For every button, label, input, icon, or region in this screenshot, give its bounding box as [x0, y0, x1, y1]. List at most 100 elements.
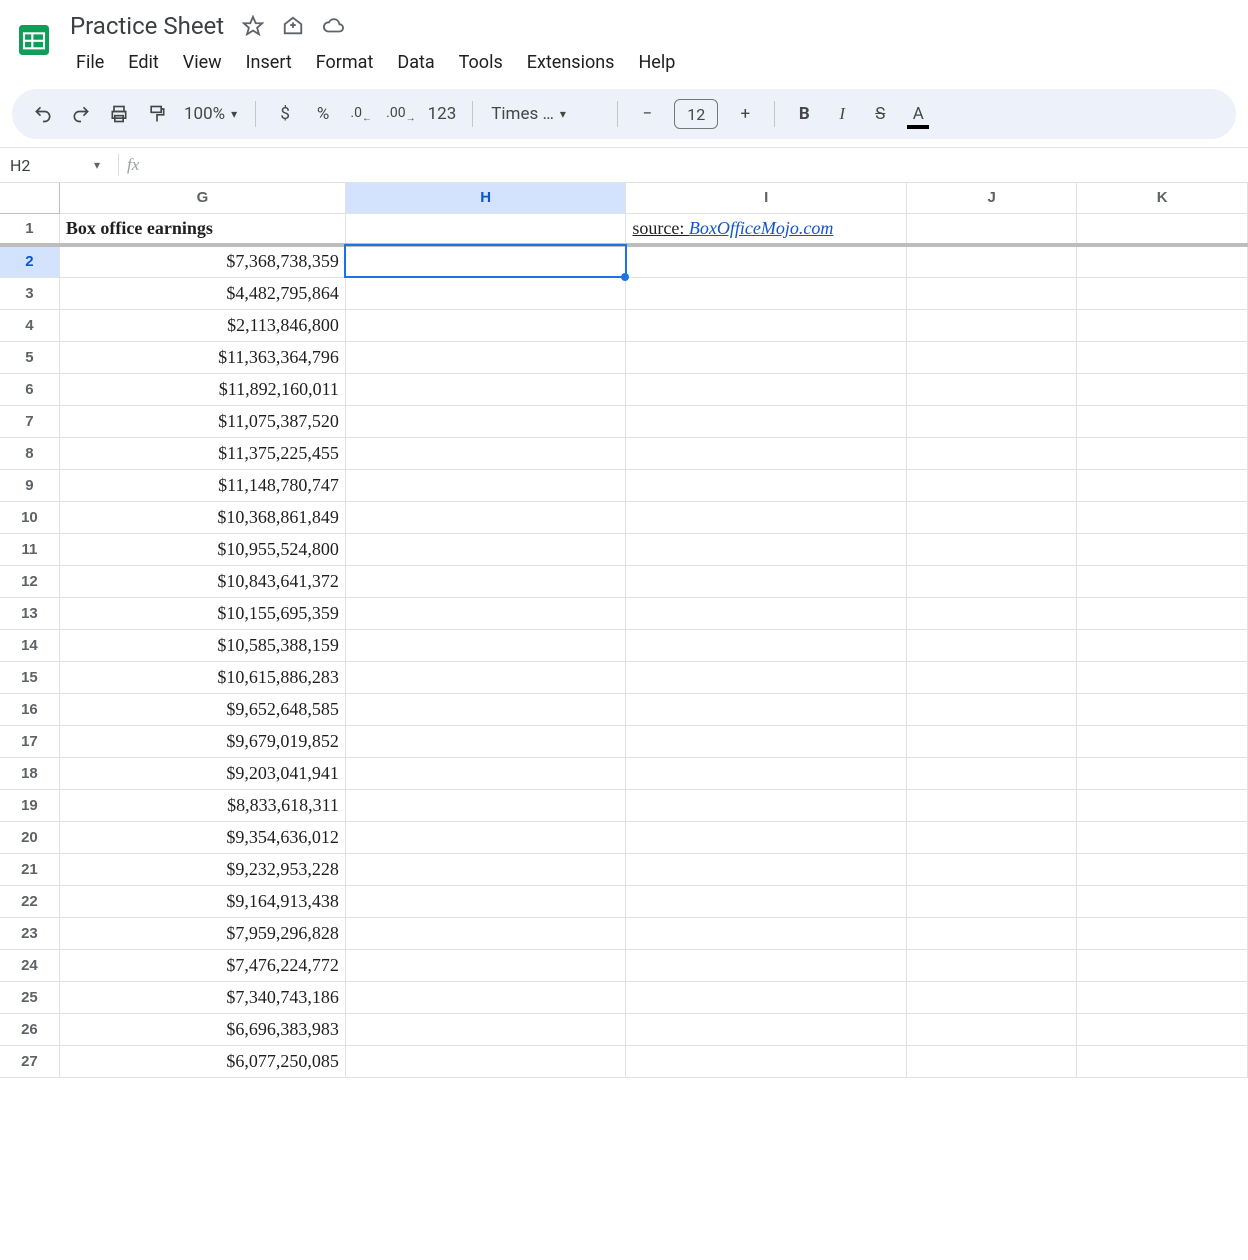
cell-I9[interactable] — [626, 469, 907, 501]
name-box[interactable]: H2 ▾ — [0, 156, 110, 175]
cell-G22[interactable]: $9,164,913,438 — [59, 885, 345, 917]
cell-K18[interactable] — [1077, 757, 1248, 789]
row-header-22[interactable]: 22 — [0, 885, 59, 917]
row-header-8[interactable]: 8 — [0, 437, 59, 469]
col-header-I[interactable]: I — [626, 183, 907, 213]
redo-icon[interactable] — [64, 97, 98, 131]
cell-I17[interactable] — [626, 725, 907, 757]
cell-H23[interactable] — [345, 917, 626, 949]
cell-H27[interactable] — [345, 1045, 626, 1077]
cell-G13[interactable]: $10,155,695,359 — [59, 597, 345, 629]
cell-J18[interactable] — [906, 757, 1077, 789]
fontsize-decrease-button[interactable]: − — [630, 97, 664, 131]
spreadsheet-grid[interactable]: G H I J K 1Box office earningssource: Bo… — [0, 183, 1248, 1078]
source-link[interactable]: BoxOfficeMojo.com — [689, 218, 833, 238]
increase-decimal-button[interactable]: .00→ — [382, 97, 419, 131]
cell-J9[interactable] — [906, 469, 1077, 501]
cell-G19[interactable]: $8,833,618,311 — [59, 789, 345, 821]
row-header-20[interactable]: 20 — [0, 821, 59, 853]
cell-K17[interactable] — [1077, 725, 1248, 757]
cell-H1[interactable] — [345, 213, 626, 245]
format-percent-button[interactable]: % — [306, 97, 340, 131]
cell-H18[interactable] — [345, 757, 626, 789]
cell-H3[interactable] — [345, 277, 626, 309]
cell-H20[interactable] — [345, 821, 626, 853]
row-header-1[interactable]: 1 — [0, 213, 59, 245]
cell-J26[interactable] — [906, 1013, 1077, 1045]
cell-I27[interactable] — [626, 1045, 907, 1077]
cell-H6[interactable] — [345, 373, 626, 405]
cell-J6[interactable] — [906, 373, 1077, 405]
decrease-decimal-button[interactable]: .0← — [344, 97, 378, 131]
cell-G18[interactable]: $9,203,041,941 — [59, 757, 345, 789]
cell-K10[interactable] — [1077, 501, 1248, 533]
cell-H25[interactable] — [345, 981, 626, 1013]
row-header-18[interactable]: 18 — [0, 757, 59, 789]
cell-I4[interactable] — [626, 309, 907, 341]
cell-J7[interactable] — [906, 405, 1077, 437]
cell-K26[interactable] — [1077, 1013, 1248, 1045]
cell-I10[interactable] — [626, 501, 907, 533]
cell-K12[interactable] — [1077, 565, 1248, 597]
cell-G1[interactable]: Box office earnings — [59, 213, 345, 245]
star-icon[interactable] — [242, 15, 264, 37]
row-header-19[interactable]: 19 — [0, 789, 59, 821]
cell-G23[interactable]: $7,959,296,828 — [59, 917, 345, 949]
cell-K20[interactable] — [1077, 821, 1248, 853]
cell-J20[interactable] — [906, 821, 1077, 853]
cell-K19[interactable] — [1077, 789, 1248, 821]
cell-I12[interactable] — [626, 565, 907, 597]
cell-I8[interactable] — [626, 437, 907, 469]
cell-K24[interactable] — [1077, 949, 1248, 981]
cell-I15[interactable] — [626, 661, 907, 693]
cell-K14[interactable] — [1077, 629, 1248, 661]
row-header-23[interactable]: 23 — [0, 917, 59, 949]
cell-G7[interactable]: $11,075,387,520 — [59, 405, 345, 437]
row-header-3[interactable]: 3 — [0, 277, 59, 309]
cell-J25[interactable] — [906, 981, 1077, 1013]
cell-I13[interactable] — [626, 597, 907, 629]
cell-K13[interactable] — [1077, 597, 1248, 629]
cell-J17[interactable] — [906, 725, 1077, 757]
cell-G14[interactable]: $10,585,388,159 — [59, 629, 345, 661]
cell-G21[interactable]: $9,232,953,228 — [59, 853, 345, 885]
app-icon[interactable] — [12, 12, 56, 68]
cell-J3[interactable] — [906, 277, 1077, 309]
row-header-26[interactable]: 26 — [0, 1013, 59, 1045]
paint-format-icon[interactable] — [140, 97, 174, 131]
row-header-5[interactable]: 5 — [0, 341, 59, 373]
cell-K16[interactable] — [1077, 693, 1248, 725]
row-header-12[interactable]: 12 — [0, 565, 59, 597]
cell-H9[interactable] — [345, 469, 626, 501]
cell-I1[interactable]: source: BoxOfficeMojo.com — [626, 213, 907, 245]
cell-G2[interactable]: $7,368,738,359 — [59, 245, 345, 277]
cell-K11[interactable] — [1077, 533, 1248, 565]
row-header-6[interactable]: 6 — [0, 373, 59, 405]
row-header-17[interactable]: 17 — [0, 725, 59, 757]
menu-data[interactable]: Data — [387, 46, 444, 79]
cell-J4[interactable] — [906, 309, 1077, 341]
cell-H5[interactable] — [345, 341, 626, 373]
col-header-H[interactable]: H — [345, 183, 626, 213]
cell-K23[interactable] — [1077, 917, 1248, 949]
menu-file[interactable]: File — [66, 46, 114, 79]
row-header-9[interactable]: 9 — [0, 469, 59, 501]
cell-G26[interactable]: $6,696,383,983 — [59, 1013, 345, 1045]
cell-G16[interactable]: $9,652,648,585 — [59, 693, 345, 725]
cell-I24[interactable] — [626, 949, 907, 981]
row-header-24[interactable]: 24 — [0, 949, 59, 981]
cell-H14[interactable] — [345, 629, 626, 661]
cell-J27[interactable] — [906, 1045, 1077, 1077]
cell-H19[interactable] — [345, 789, 626, 821]
number-format-button[interactable]: 123 — [424, 97, 461, 131]
cell-K8[interactable] — [1077, 437, 1248, 469]
cell-H24[interactable] — [345, 949, 626, 981]
formula-input[interactable] — [145, 148, 1248, 182]
select-all-corner[interactable] — [0, 183, 59, 213]
menu-help[interactable]: Help — [628, 46, 685, 79]
cell-I14[interactable] — [626, 629, 907, 661]
cell-K21[interactable] — [1077, 853, 1248, 885]
cell-K22[interactable] — [1077, 885, 1248, 917]
cell-G6[interactable]: $11,892,160,011 — [59, 373, 345, 405]
cell-J23[interactable] — [906, 917, 1077, 949]
